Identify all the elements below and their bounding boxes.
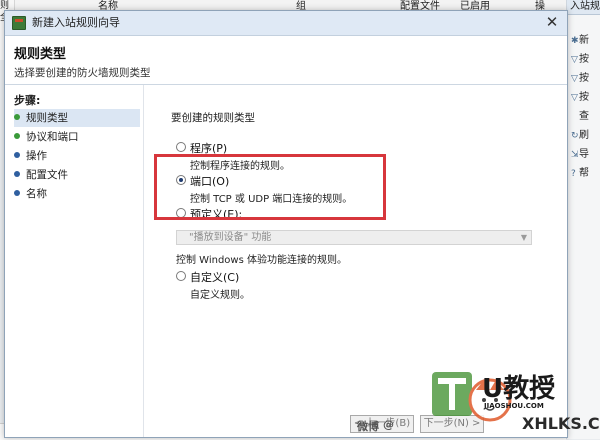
action-filter-state[interactable]: ▽按 [567, 69, 600, 88]
filter-icon: ▽ [571, 93, 578, 103]
watermark-brand: U教授 [482, 374, 556, 404]
predefined-select[interactable]: "播放到设备" 功能 ▼ [176, 230, 532, 245]
step-bullet-icon [14, 114, 20, 120]
actions-header: 入站规 [567, 0, 600, 15]
action-filter-profile[interactable]: ▽按 [567, 50, 600, 69]
refresh-icon: ↻ [571, 131, 579, 141]
step-rule-type[interactable]: 规则类型 [14, 109, 140, 127]
option-custom-label: 自定义(C) [190, 271, 240, 284]
action-help[interactable]: ? 帮 [567, 164, 600, 183]
step-profile[interactable]: 配置文件 [14, 166, 140, 184]
page-subtitle: 选择要创建的防火墙规则类型 [14, 67, 151, 79]
chevron-down-icon: ▼ [520, 233, 527, 242]
watermark-site-2: XHLKS.CN [522, 414, 600, 433]
action-new-rule[interactable]: ✱新 [567, 31, 600, 50]
wizard-header: 规则类型 选择要创建的防火墙规则类型 [5, 36, 567, 85]
rule-type-prompt: 要创建的规则类型 [171, 112, 255, 124]
radio-custom[interactable] [176, 271, 186, 281]
step-name[interactable]: 名称 [14, 185, 140, 203]
step-action[interactable]: 操作 [14, 147, 140, 165]
watermark-weibo-handle: @ [383, 418, 394, 431]
watermark-weibo: 微博 [357, 420, 379, 433]
action-filter-group[interactable]: ▽按 [567, 88, 600, 107]
step-protocol-port[interactable]: 协议和端口 [14, 128, 140, 146]
step-bullet-icon [14, 190, 20, 196]
steps-pane: 步骤: 规则类型 协议和端口 操作 配置文件 名称 [5, 85, 144, 437]
radio-program[interactable] [176, 142, 186, 152]
step-bullet-icon [14, 152, 20, 158]
steps-label: 步骤: [14, 94, 41, 107]
export-icon: ⇲ [571, 150, 579, 160]
predefined-select-value: "播放到设备" 功能 [189, 232, 272, 243]
firewall-icon [12, 16, 26, 30]
option-custom-description: 自定义规则。 [190, 290, 250, 301]
page-title: 规则类型 [14, 47, 67, 62]
dialog-title: 新建入站规则向导 [32, 16, 120, 29]
action-view[interactable]: 查 [567, 107, 600, 126]
watermark-site-1: JIAOSHOU.COM [484, 402, 544, 410]
action-export[interactable]: ⇲导 [567, 145, 600, 164]
annotation-highlight-box [154, 154, 386, 220]
predefined-description: 控制 Windows 体验功能连接的规则。 [176, 255, 347, 266]
close-icon[interactable]: ✕ [543, 14, 561, 31]
help-icon: ? [571, 169, 576, 179]
dialog-titlebar[interactable]: 新建入站规则向导 ✕ [5, 11, 567, 36]
new-rule-icon: ✱ [571, 36, 579, 46]
action-refresh[interactable]: ↻刷 [567, 126, 600, 145]
step-bullet-icon [14, 133, 20, 139]
filter-icon: ▽ [571, 74, 578, 84]
filter-icon: ▽ [571, 55, 578, 65]
step-bullet-icon [14, 171, 20, 177]
